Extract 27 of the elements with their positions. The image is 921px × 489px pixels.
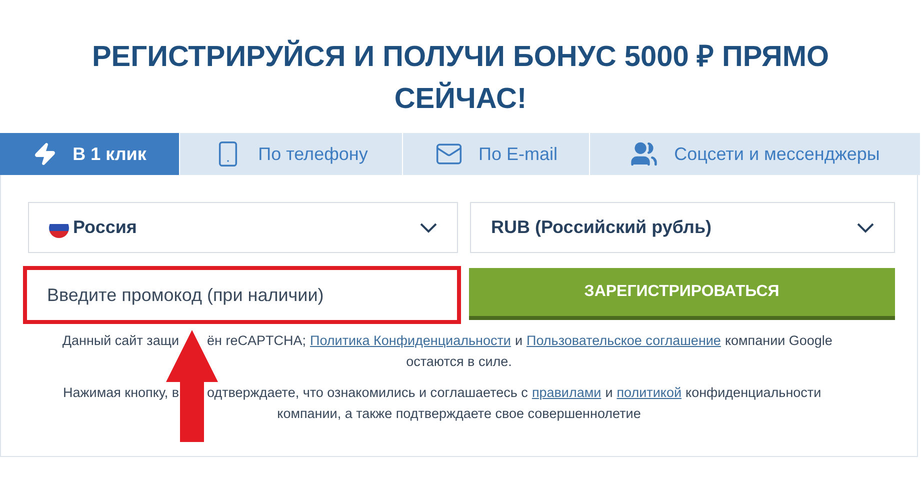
disclaimer-text: Данный сайт защи [62,332,179,350]
people-icon [630,140,658,168]
disclaimer-text: ён reCAPTCHA; [207,332,306,350]
register-button[interactable]: ЗАРЕГИСТРИРОВАТЬСЯ [468,268,895,320]
tab[interactable]: По телефону [180,133,403,175]
disclaimer-text: конфиденциальности [686,384,822,402]
tab[interactable]: По E-mail [403,133,590,175]
tab[interactable]: В 1 клик [0,133,180,175]
disclaimer-text: и [514,332,522,350]
disclaimer-text: остаются в силе. [406,353,512,371]
country-select[interactable]: Россия [28,202,458,253]
tab[interactable]: Соцсети и мессенджеры [590,133,921,175]
disclaimer-text: компании Google [724,332,832,350]
policy-link[interactable]: правилами [532,382,602,403]
disclaimer-text: компании, а также подтверждаете свое совершеннолетие [277,405,641,423]
policy-link[interactable]: политикой [616,382,682,403]
promo-code-field[interactable]: Введите промокод (при наличии) [23,266,461,324]
disclaimer-text: Нажимая кнопку, в [63,384,179,402]
chevron-icon [857,222,874,232]
disclaimer-text: и [605,384,613,402]
lightning-icon [32,142,57,166]
page-title: РЕГИСТРИРУЙСЯ И ПОЛУЧИ БОНУС 5000 ₽ ПРЯМО СЕЙЧАС! [90,38,830,117]
policy-link[interactable]: Пользовательское соглашение [526,330,721,351]
currency-select[interactable]: RUB (Российский рубль) [470,202,895,253]
chevron-icon [420,222,437,232]
disclaimer-text: одтверждаете, что ознакомились и соглашаетесь с [207,384,528,402]
policy-link[interactable]: Политика Конфиденциальности [310,330,511,351]
